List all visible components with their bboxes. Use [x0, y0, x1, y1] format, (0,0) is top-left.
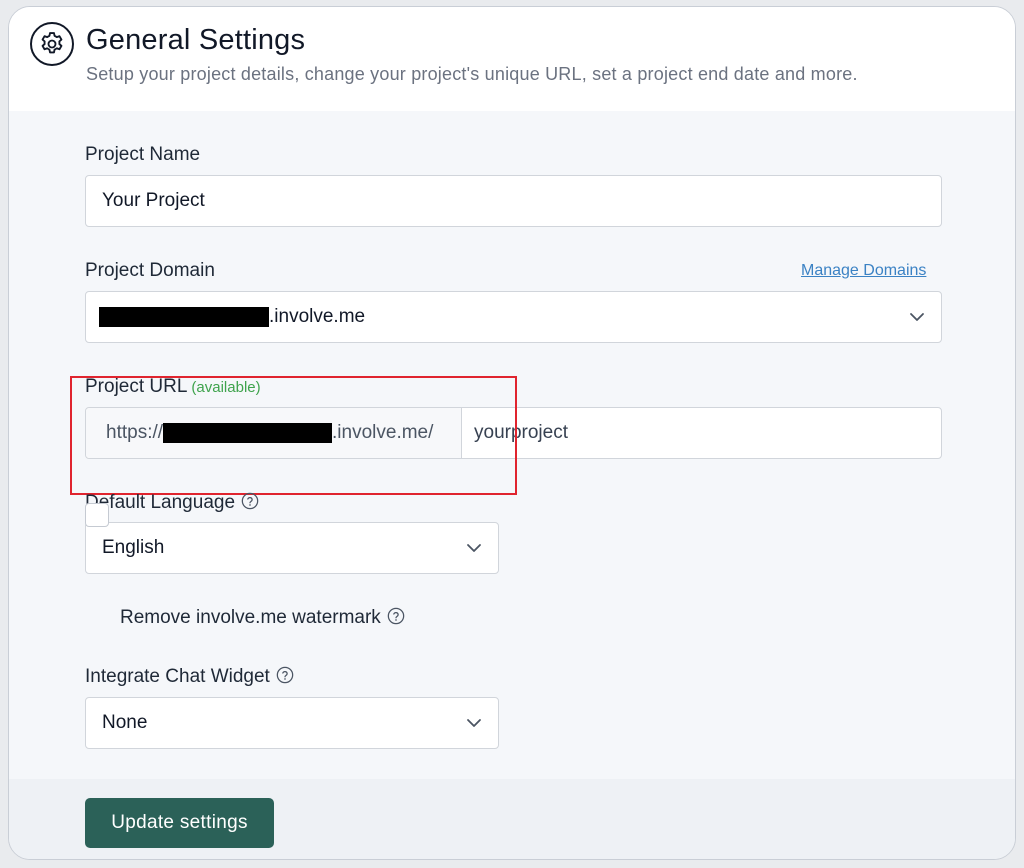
help-icon[interactable] — [276, 666, 294, 684]
page-subtitle: Setup your project details, change your … — [86, 64, 858, 84]
manage-domains-link[interactable]: Manage Domains — [801, 262, 926, 280]
settings-card: General Settings Setup your project deta… — [8, 6, 1016, 860]
project-name-value: Your Project — [102, 190, 205, 211]
default-language-label: Default Language — [85, 492, 259, 514]
chat-widget-value: None — [102, 712, 148, 733]
chevron-down-icon — [910, 313, 924, 321]
gear-icon — [30, 22, 74, 66]
remove-watermark-checkbox[interactable] — [85, 503, 109, 527]
remove-watermark-label: Remove involve.me watermark — [120, 607, 405, 629]
chat-widget-label: Integrate Chat Widget — [85, 666, 294, 688]
project-domain-value: .involve.me — [86, 306, 365, 328]
project-name-label: Project Name — [85, 144, 201, 165]
project-name-input[interactable]: Your Project — [85, 175, 942, 227]
page-title: General Settings — [86, 24, 306, 56]
chevron-down-icon — [467, 719, 481, 727]
chat-widget-label-text: Integrate Chat Widget — [85, 666, 270, 687]
project-domain-select[interactable]: .involve.me — [85, 291, 942, 343]
redacted-subdomain — [99, 307, 269, 327]
project-domain-label: Project Domain — [85, 260, 215, 281]
settings-header: General Settings Setup your project deta… — [9, 7, 1015, 111]
remove-watermark-label-text: Remove involve.me watermark — [120, 607, 381, 628]
highlight-box — [70, 376, 517, 495]
default-language-value: English — [102, 537, 165, 558]
help-icon[interactable] — [387, 607, 405, 625]
chat-widget-select[interactable]: None — [85, 697, 499, 749]
update-settings-button[interactable]: Update settings — [85, 798, 274, 848]
help-icon[interactable] — [241, 492, 259, 510]
default-language-select[interactable]: English — [85, 522, 499, 574]
project-domain-suffix: .involve.me — [269, 306, 366, 327]
chevron-down-icon — [467, 544, 481, 552]
